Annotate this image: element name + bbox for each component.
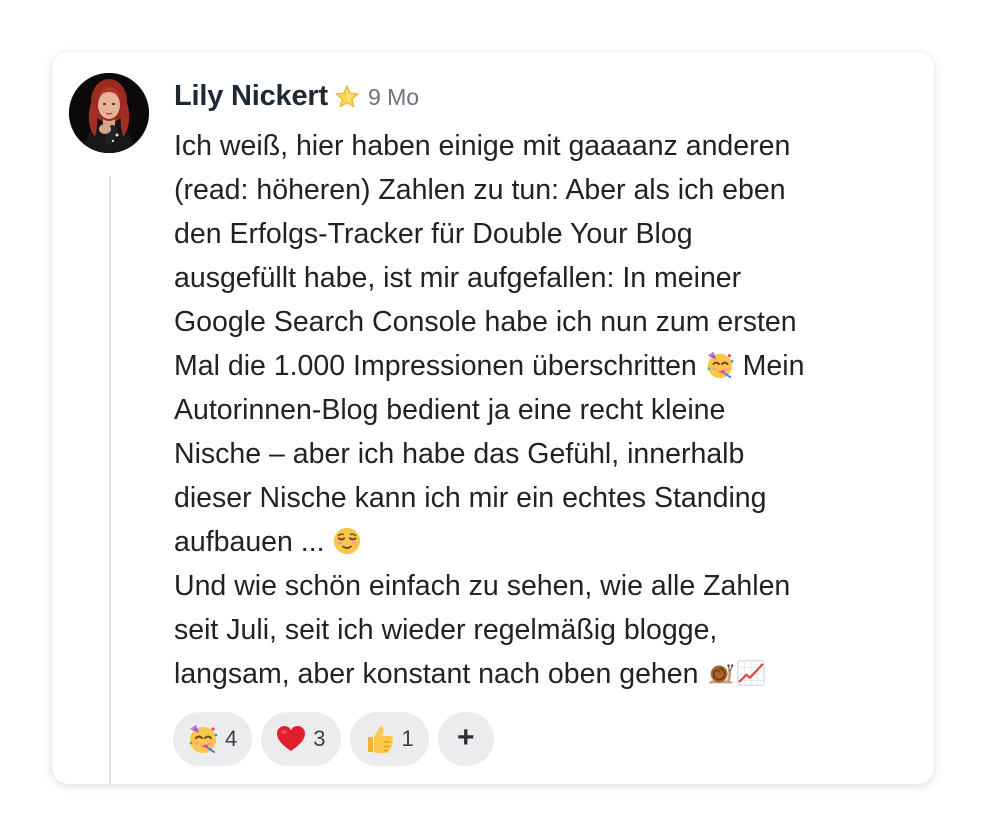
reaction-red-heart[interactable]: 3 <box>261 712 341 766</box>
comment-line: (read: höheren) Zahlen zu tun: Aber als … <box>174 174 786 206</box>
reaction-partying-face[interactable]: 4 <box>173 712 253 766</box>
comment-line: dieser Nische kann ich mir ein echtes St… <box>174 482 767 514</box>
comment-line: Nische – aber ich habe das Gefühl, inner… <box>174 438 745 470</box>
comment-line: ausgefüllt habe, ist mir aufgefallen: In… <box>174 262 742 294</box>
red-heart-icon <box>275 723 307 755</box>
avatar[interactable] <box>69 73 149 153</box>
thumbs-up-icon <box>364 723 396 755</box>
partying-face-icon <box>187 723 219 755</box>
comment-body: Ich weiß, hier haben einige mit gaaaanz … <box>174 124 924 696</box>
comment-line: Google Search Console habe ich nun zum e… <box>174 306 797 338</box>
reaction-count: 4 <box>225 726 238 751</box>
timestamp[interactable]: 9 Mo <box>368 84 419 111</box>
comment-card: Lily Nickert 9 Mo Ich weiß, hier haben e… <box>52 52 934 784</box>
comment-line: seit Juli, seit ich wieder regelmäßig bl… <box>174 614 718 646</box>
comment-line: den Erfolgs-Tracker für Double Your Blog <box>174 218 693 250</box>
relieved-face-icon <box>332 526 362 556</box>
chart-increasing-icon <box>736 658 766 688</box>
comment-header: Lily Nickert 9 Mo <box>174 76 419 116</box>
thread-line <box>109 176 111 784</box>
comment-line: Autorinnen-Blog bedient ja eine recht kl… <box>174 394 726 426</box>
star-icon <box>334 84 360 110</box>
comment-line: Mal die 1.000 Impressionen überschritten… <box>174 350 805 382</box>
comment-line: Und wie schön einfach zu sehen, wie alle… <box>174 570 791 602</box>
comment-line: Ich weiß, hier haben einige mit gaaaanz … <box>174 130 791 162</box>
author-name[interactable]: Lily Nickert <box>174 80 328 113</box>
reactions-bar: 4 3 1 + <box>173 712 494 766</box>
comment-line: aufbauen ... <box>174 520 924 564</box>
reaction-count: 3 <box>313 726 326 751</box>
plus-icon: + <box>456 721 475 754</box>
comment-line: langsam, aber konstant nach oben gehen <box>174 652 924 696</box>
add-reaction-button[interactable]: + <box>437 712 494 766</box>
reaction-thumbs-up[interactable]: 1 <box>349 712 429 766</box>
snail-icon <box>706 658 736 688</box>
reaction-count: 1 <box>401 726 414 751</box>
avatar-photo <box>69 73 149 153</box>
partying-face-icon <box>705 350 735 380</box>
